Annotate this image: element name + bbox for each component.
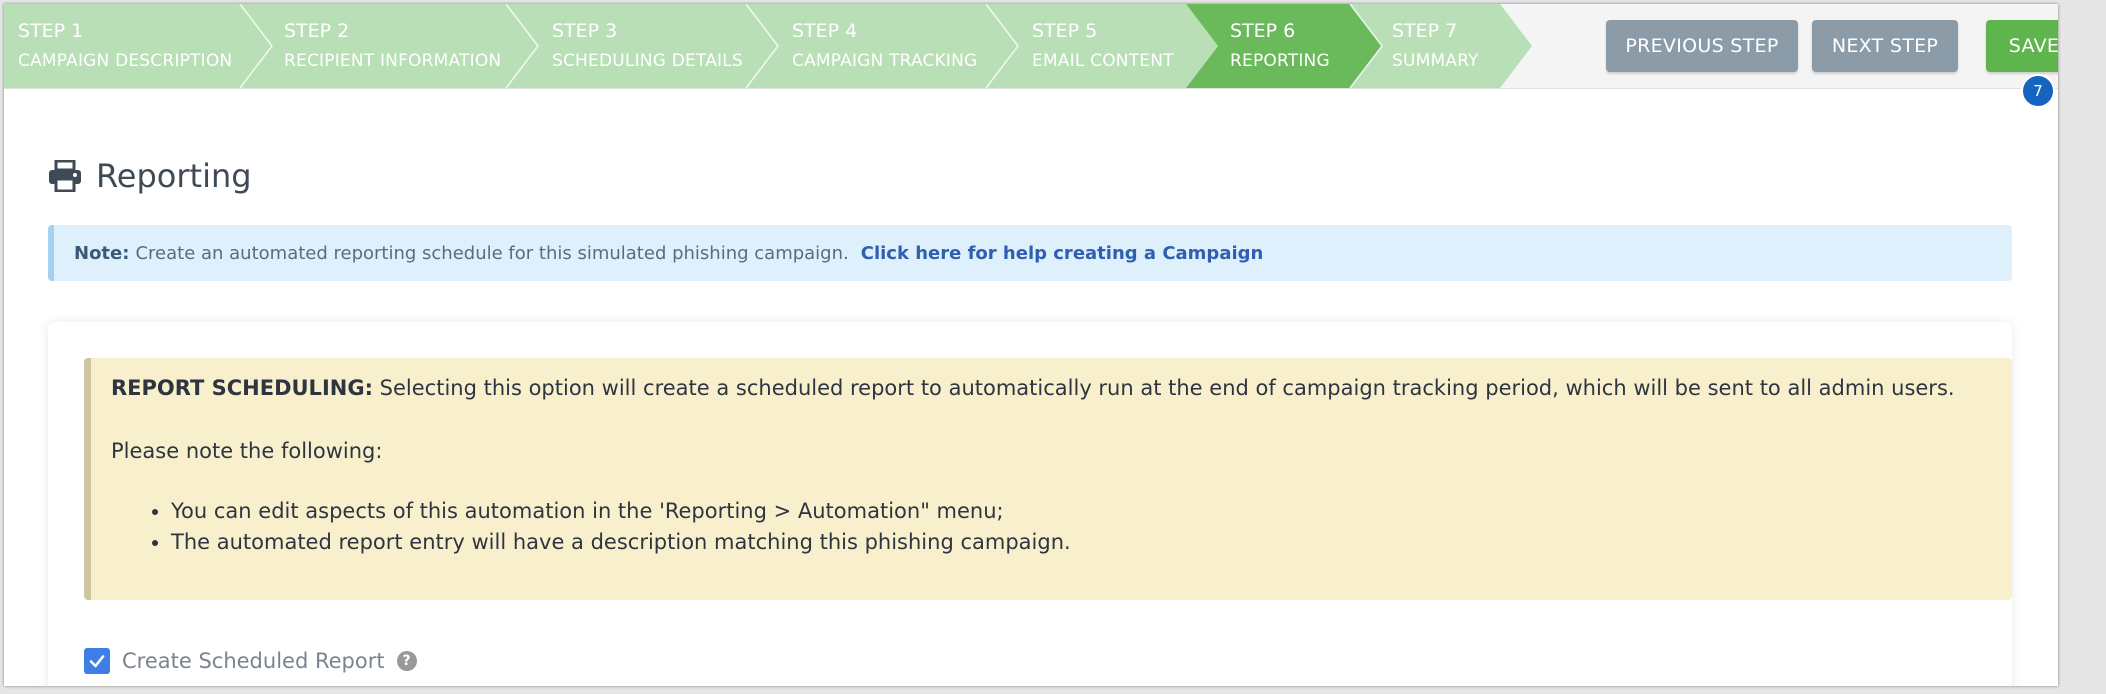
printer-icon	[49, 160, 81, 192]
info-note: Note: Create an automated reporting sche…	[48, 225, 2012, 281]
note-text: Create an automated reporting schedule f…	[135, 242, 849, 264]
save-button[interactable]: SAVE	[1986, 20, 2058, 72]
step-7-name: SUMMARY	[1392, 51, 1479, 71]
next-step-button[interactable]: NEXT STEP	[1812, 20, 1958, 72]
step-5-shape[interactable]	[986, 4, 1218, 88]
previous-step-button[interactable]: PREVIOUS STEP	[1606, 20, 1798, 72]
step-5-number: STEP 5	[1032, 20, 1098, 42]
step-3-number: STEP 3	[552, 20, 618, 42]
create-scheduled-report-checkbox[interactable]	[84, 648, 110, 674]
list-item: The automated report entry will have a d…	[171, 527, 2012, 558]
note-label: Note:	[74, 242, 130, 264]
step-1-number: STEP 1	[18, 20, 84, 42]
report-scheduling-heading: REPORT SCHEDULING:	[111, 376, 373, 400]
step-6-number: STEP 6	[1230, 20, 1296, 42]
page-title: Reporting	[48, 154, 252, 198]
step-6-name: REPORTING	[1230, 51, 1330, 71]
report-scheduling-alert: REPORT SCHEDULING: Selecting this option…	[84, 358, 2012, 600]
step-4-number: STEP 4	[792, 20, 858, 42]
app-window: STEP 1 CAMPAIGN DESCRIPTION STEP 2 RECIP…	[4, 4, 2058, 686]
step-2-shape[interactable]	[240, 4, 538, 88]
step-2-name: RECIPIENT INFORMATION	[284, 51, 502, 71]
wizard-bar: STEP 1 CAMPAIGN DESCRIPTION STEP 2 RECIP…	[4, 4, 2058, 89]
step-1-name: CAMPAIGN DESCRIPTION	[18, 51, 233, 71]
list-item: You can edit aspects of this automation …	[171, 496, 2012, 527]
step-3-name: SCHEDULING DETAILS	[552, 51, 743, 71]
note-intro: Please note the following:	[111, 439, 383, 463]
step-2-number: STEP 2	[284, 20, 350, 42]
step-7-number: STEP 7	[1392, 20, 1458, 42]
save-badge: 7	[2021, 74, 2055, 108]
step-5-name: EMAIL CONTENT	[1032, 51, 1174, 71]
question-circle-icon[interactable]: ?	[396, 651, 417, 671]
reporting-card: REPORT SCHEDULING: Selecting this option…	[48, 322, 2012, 686]
create-scheduled-report-row: Create Scheduled Report ?	[84, 644, 417, 678]
step-3-shape[interactable]	[506, 4, 778, 88]
step-1-shape[interactable]	[4, 4, 272, 88]
page-title-text: Reporting	[96, 157, 252, 195]
step-4-name: CAMPAIGN TRACKING	[792, 51, 978, 71]
help-link[interactable]: Click here for help creating a Campaign	[861, 243, 1264, 264]
notes-list: You can edit aspects of this automation …	[111, 496, 2012, 558]
report-scheduling-text: Selecting this option will create a sche…	[379, 376, 1955, 400]
checkmark-icon	[89, 655, 105, 668]
create-scheduled-report-label: Create Scheduled Report	[122, 649, 385, 673]
wizard-steps-shapes	[4, 4, 1532, 88]
step-4-shape[interactable]	[746, 4, 1018, 88]
